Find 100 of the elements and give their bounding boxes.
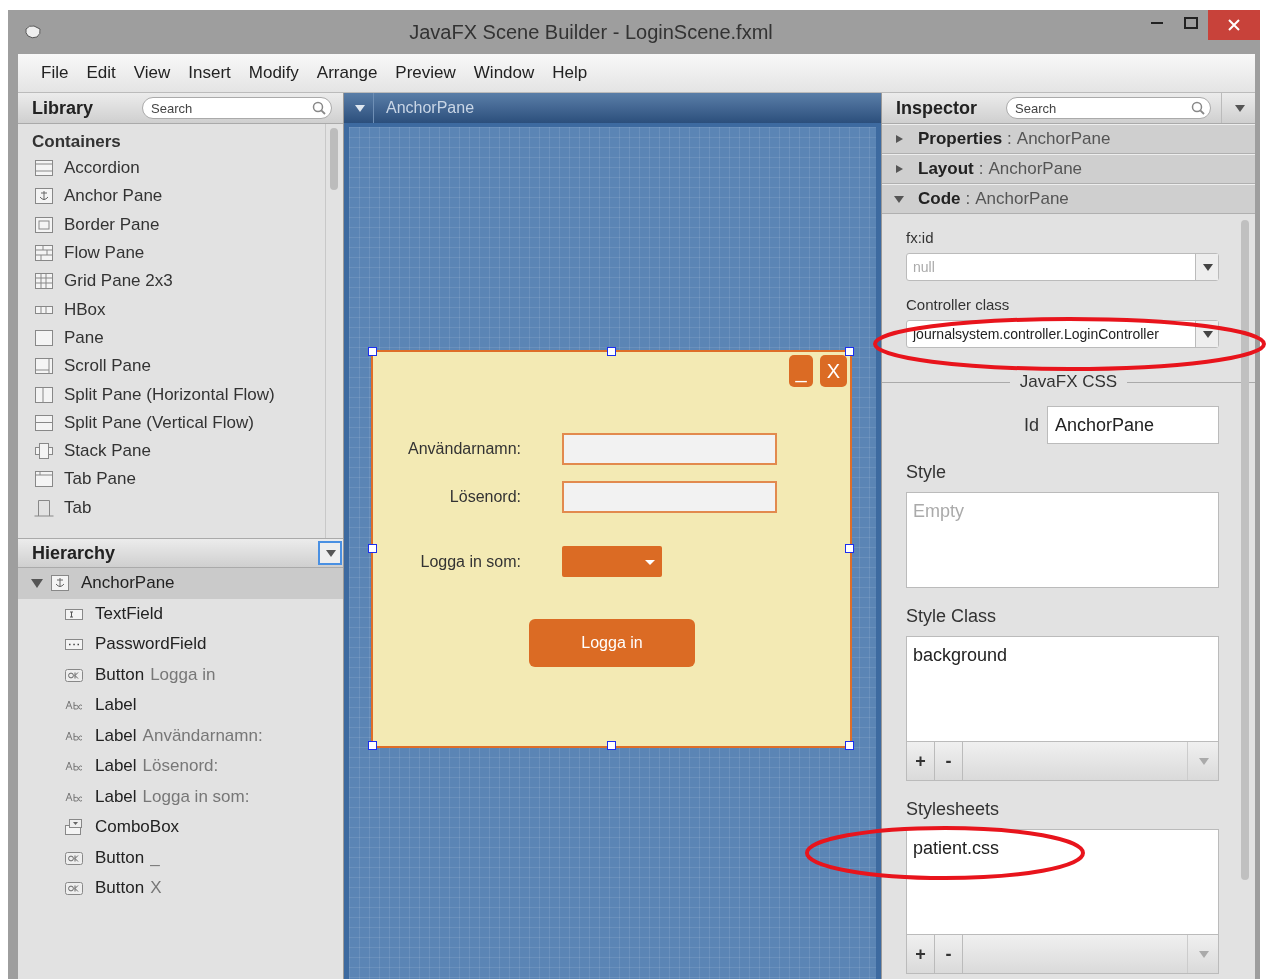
field-label: Id [1024,414,1039,436]
remove-button[interactable]: - [935,935,963,973]
split-pane-icon [34,413,54,432]
section-header[interactable]: Code : AnchorPane [882,184,1255,214]
tab-pane-icon [34,470,54,489]
caret-icon [1197,755,1209,767]
field-label: Style [906,462,948,484]
search-field[interactable]: Search [142,97,332,119]
node-type[interactable]: Label [95,786,137,807]
field-label: Användarnamn: [407,440,521,458]
library-item[interactable]: Pane [64,327,104,348]
panel-title: Inspector [895,97,979,119]
library-item[interactable]: Border Pane [64,214,160,235]
accordion-icon [34,159,54,178]
node-type[interactable]: Label [95,756,137,777]
library-item[interactable]: Stack Pane [64,441,151,462]
menu-item[interactable]: Arrange [307,63,387,83]
add-button[interactable]: + [907,935,935,973]
node-text: Logga in [150,664,216,685]
node-type[interactable]: ComboBox [95,817,180,838]
menu-item[interactable]: Modify [239,63,308,83]
id-field[interactable]: AnchorPane [1047,406,1219,444]
disclosure-icon [894,194,904,204]
node-text: _ [150,847,160,868]
library-item[interactable]: Anchor Pane [64,186,163,207]
section-title: Code [918,189,961,209]
breadcrumb-item[interactable]: AnchorPane [374,98,481,118]
caret-icon [1201,328,1213,340]
section-header[interactable]: Properties : AnchorPane [882,124,1255,154]
selection-handle[interactable] [845,347,854,356]
close-button[interactable] [1208,10,1260,40]
library-item[interactable]: Tab [64,497,92,518]
tree-row[interactable]: AnchorPane [18,568,343,599]
anchor-icon [50,574,70,593]
stack-pane-icon [34,442,54,461]
list-item[interactable]: patient.css [913,838,1000,859]
menu-item[interactable]: Window [464,63,544,83]
caret-icon [1201,261,1213,273]
library-item[interactable]: Flow Pane [64,243,145,264]
menu-item[interactable]: Edit [77,63,125,83]
text-field[interactable] [562,433,777,465]
node-label: AnchorPane [81,573,175,594]
selection-handle[interactable] [606,741,616,750]
add-button[interactable]: + [907,742,935,780]
menu-item[interactable]: Insert [179,63,240,83]
caret-icon [324,547,336,559]
border-layout-icon [34,215,54,234]
node-type[interactable]: Button [95,847,145,868]
section-heading: JavaFX CSS [1018,372,1119,392]
anchor-icon [34,187,54,206]
window-title: JavaFX Scene Builder - LoginScene.fxml [408,20,774,44]
library-item[interactable]: HBox [64,299,106,320]
selection-handle[interactable] [606,347,616,356]
section-target: AnchorPane [975,189,1069,209]
selection-handle[interactable] [368,741,377,750]
selection-handle[interactable] [845,741,854,750]
separator: : [965,189,971,209]
maximize-icon [1184,17,1198,29]
node-type[interactable]: Label [95,725,137,746]
menu-item[interactable]: Help [543,63,597,83]
node-type[interactable]: PasswordField [95,634,207,655]
remove-button[interactable]: - [935,742,963,780]
section-header[interactable]: Layout : AnchorPane [882,154,1255,184]
library-item[interactable]: Scroll Pane [64,356,151,377]
selection-handle[interactable] [845,544,854,553]
selection-handle[interactable] [368,544,377,553]
caret-icon [1197,948,1209,960]
list-field[interactable]: patient.css [906,829,1219,934]
node-type[interactable]: Button [95,664,145,685]
panel-title: Hierarchy [31,542,117,564]
list-field[interactable]: background [906,636,1219,741]
library-item[interactable]: Split Pane (Vertical Flow) [64,412,254,433]
panel-menu-button[interactable] [318,541,342,565]
form-preview[interactable]: _ X Användarnamn: Lösenord: Logga in som: Logga in [371,350,852,748]
node-text: Lösenord: [142,756,219,777]
node-type[interactable]: TextField [95,603,164,624]
node-type[interactable]: Label [95,695,137,716]
section-title: Properties [918,129,1003,149]
field-label: Style Class [906,606,998,628]
section-heading[interactable]: Containers [32,129,343,154]
library-item[interactable]: Split Pane (Horizontal Flow) [64,384,275,405]
library-item[interactable]: Accordion [64,158,140,179]
search-field[interactable]: Search [1006,97,1211,119]
selection-handle[interactable] [368,347,377,356]
node-type[interactable]: Button [95,878,145,899]
caret-icon [1232,102,1245,114]
library-item[interactable]: Grid Pane 2x3 [64,271,173,292]
menu-item[interactable]: View [124,63,180,83]
menu-item[interactable]: File [32,63,78,83]
field-label: Stylesheets [906,799,1001,821]
separator: : [978,159,984,179]
tab-icon [34,498,54,517]
node-text: Användarnamn: [142,725,263,746]
field-label: Lösenord: [448,488,521,506]
list-item[interactable]: background [913,645,1008,666]
password-field[interactable] [562,481,777,513]
disclosure-icon [894,164,904,174]
library-item[interactable]: Tab Pane [64,469,136,490]
menu-item[interactable]: Preview [386,63,465,83]
combo-box-icon [64,818,84,837]
